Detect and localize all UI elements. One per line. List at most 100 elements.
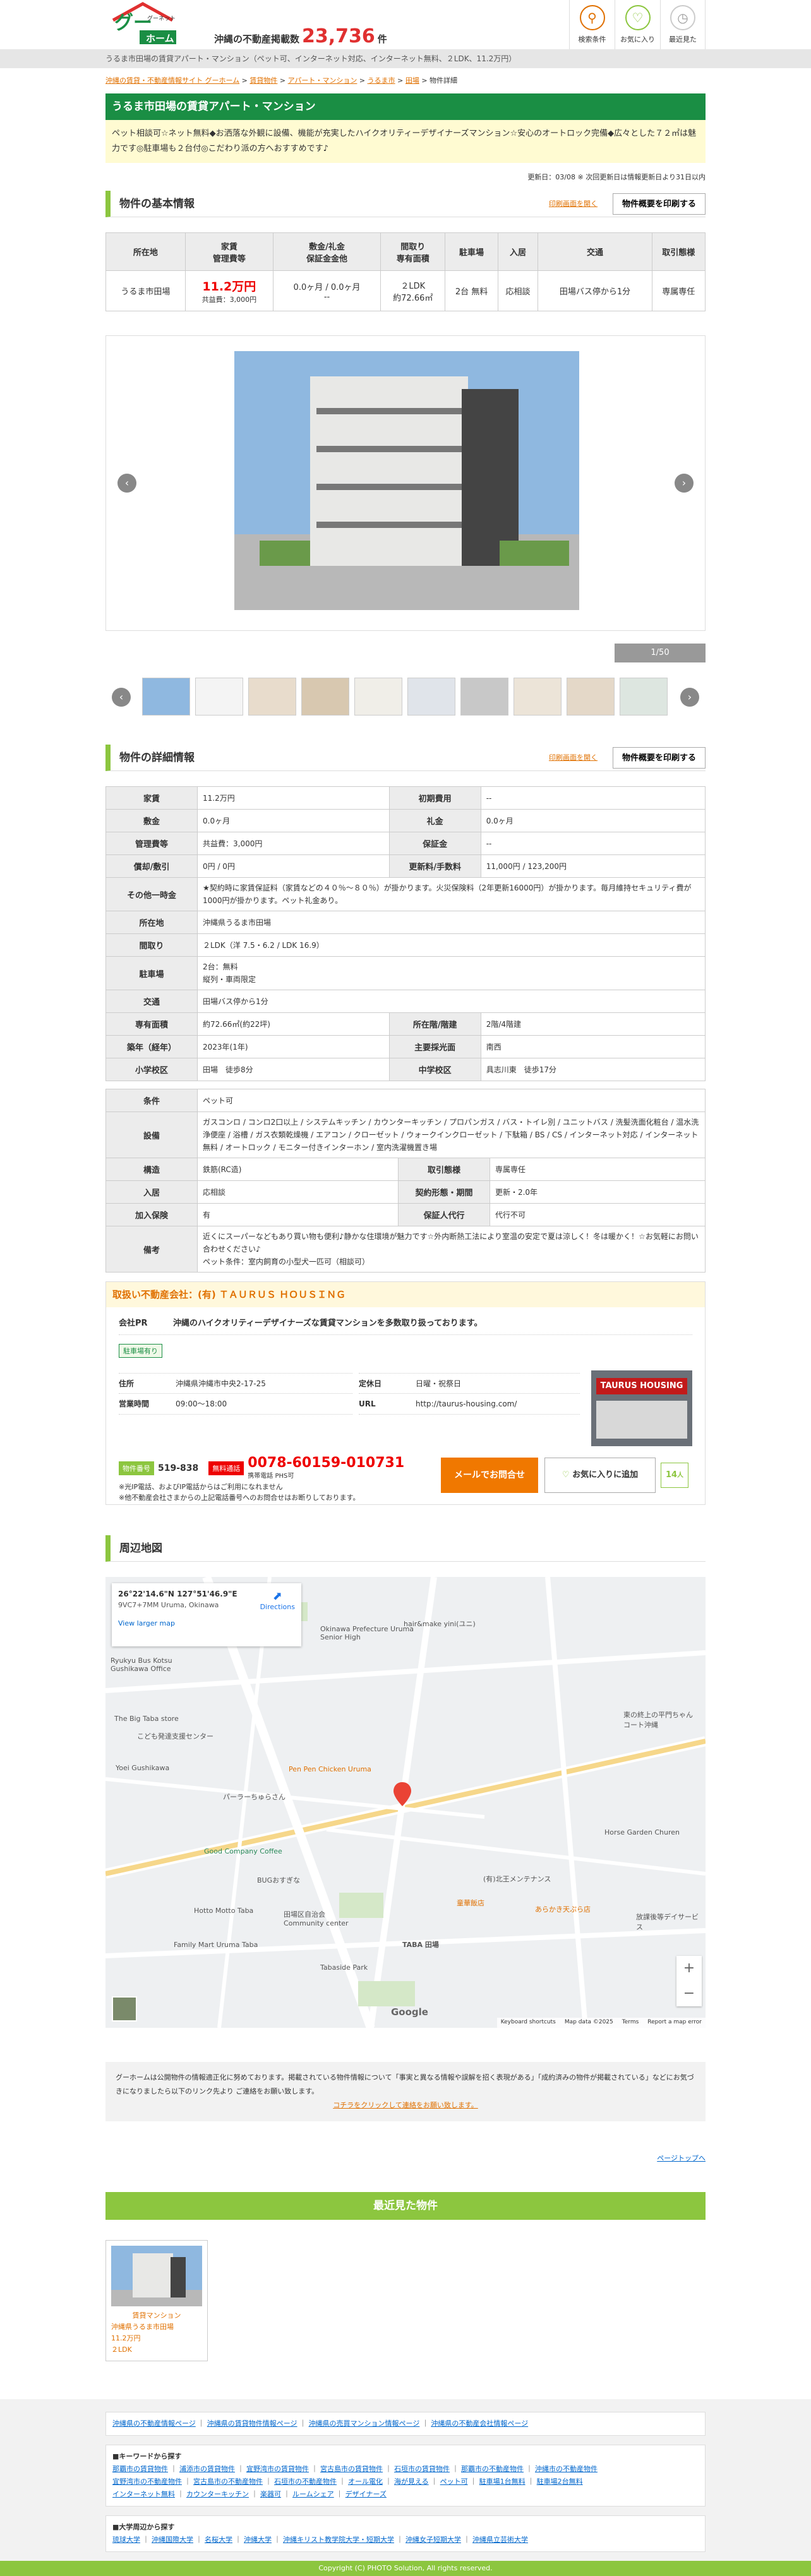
breadcrumb-link[interactable]: 沖縄の賃貸・不動産情報サイト グーホーム — [105, 76, 239, 85]
thumbs-prev-button[interactable]: ‹ — [112, 688, 131, 707]
basic-info-heading: 物件の基本情報 印刷画面を開く 物件概要を印刷する — [105, 191, 706, 217]
keyword-link[interactable]: 駐車場2台無料 — [537, 2477, 583, 2486]
agency-heading[interactable]: 取扱い不動産会社：(有) ＴＡＵＲＵＳ ＨＯＵＳＩＮＧ — [106, 1282, 705, 1307]
keyword-link[interactable]: 宜野湾市の不動産物件 — [112, 2477, 182, 2486]
keyword-link[interactable]: 海が見える — [394, 2477, 429, 2486]
footer-link[interactable]: 沖縄県の不動産会社情報ページ — [431, 2419, 528, 2428]
keyword-link[interactable]: 那覇市の不動産物件 — [461, 2465, 524, 2473]
thumbnail[interactable] — [460, 678, 508, 716]
larger-map-link[interactable]: View larger map — [118, 1619, 295, 1627]
row-value: 共益費：3,000円 — [197, 832, 390, 855]
university-link[interactable]: 沖縄国際大学 — [152, 2536, 193, 2544]
keyword-link[interactable]: 宜野湾市の賃貸物件 — [246, 2465, 309, 2473]
gallery-prev-button[interactable]: ‹ — [117, 474, 136, 493]
top-crumb-bar: うるま市田場の賃貸アパート・マンション（ペット可、インターネット対応、インターネ… — [0, 49, 811, 68]
site-logo[interactable]: グー グーネット ホーム — [108, 1, 177, 47]
tel-number[interactable]: 0078-60159-010731 — [248, 1456, 404, 1470]
keyword-link[interactable]: 宮古島市の不動産物件 — [193, 2477, 263, 2486]
university-link[interactable]: 名桜大学 — [205, 2536, 232, 2544]
university-link[interactable]: 沖縄県立芸術大学 — [472, 2536, 528, 2544]
pr-text: 沖縄のハイクオリティーデザイナーズな賃貸マンションを多数取り扱っております。 — [173, 1319, 483, 1328]
keyword-link[interactable]: オール電化 — [348, 2477, 383, 2486]
thumbnail[interactable] — [407, 678, 455, 716]
keyword-link[interactable]: ルームシェア — [292, 2490, 334, 2498]
search-conditions-button[interactable]: ⚲ 検索条件 — [569, 0, 615, 49]
university-link[interactable]: 沖縄大学 — [244, 2536, 272, 2544]
print-button[interactable]: 物件概要を印刷する — [612, 193, 706, 215]
mail-inquiry-button[interactable]: メールでお問合せ — [441, 1458, 538, 1493]
breadcrumb-link[interactable]: うるま市 — [368, 76, 395, 85]
map-label: The Big Taba store — [114, 1715, 179, 1723]
favorites-button[interactable]: ♡ お気に入り — [615, 0, 660, 49]
keyword-link[interactable]: カウンターキッチン — [186, 2490, 249, 2498]
thumbnail[interactable] — [248, 678, 296, 716]
university-link[interactable]: 沖縄女子短期大学 — [406, 2536, 461, 2544]
row-value: 沖縄県うるま市田場 — [197, 911, 706, 934]
keyword-link[interactable]: 浦添市の賃貸物件 — [179, 2465, 235, 2473]
keyword-link[interactable]: 駐車場1台無料 — [479, 2477, 526, 2486]
zoom-in-button[interactable]: + — [676, 1956, 702, 1981]
footer-link[interactable]: 沖縄県の賃貸物件情報ページ — [207, 2419, 297, 2428]
gallery-next-button[interactable]: › — [675, 474, 694, 493]
map-footer-item: Map data ©2025 — [564, 2019, 613, 2025]
recent-item[interactable]: 賃貸マンション 沖縄県うるま市田場 11.2万円 ２LDK — [105, 2240, 208, 2361]
agency-photo: TAURUS HOUSING — [591, 1370, 692, 1446]
map-label: Hotto Motto Taba — [194, 1907, 254, 1915]
row-label: 敷金 — [105, 809, 198, 832]
map-footer-item[interactable]: Terms — [622, 2019, 639, 2027]
thumbnail[interactable] — [567, 678, 615, 716]
top-crumb-text: うるま市田場の賃貸アパート・マンション（ペット可、インターネット対応、インターネ… — [105, 54, 517, 63]
breadcrumb-link[interactable]: アパート・マンション — [288, 76, 357, 85]
remark-line: ペット条件：室内飼育の小型犬一匹可（相談可） — [203, 1257, 370, 1266]
page-top-link[interactable]: ページトップへ — [657, 2154, 706, 2162]
keyword-link[interactable]: 宮古島市の賃貸物件 — [320, 2465, 383, 2473]
keyword-link[interactable]: デザイナーズ — [345, 2490, 387, 2498]
keyword-link[interactable]: 那覇市の賃貸物件 — [112, 2465, 168, 2473]
map-footer-item[interactable]: Report a map error — [647, 2019, 702, 2027]
site-header: グー グーネット ホーム 沖縄の不動産掲載数 23,736 件 ⚲ 検索条件 ♡ お気に… — [0, 0, 811, 49]
thumbnail[interactable] — [195, 678, 243, 716]
row-value: 田場バス停から1分 — [197, 990, 706, 1013]
hours-value: 09:00〜18:00 — [176, 1399, 227, 1408]
row-label: 初期費用 — [388, 786, 481, 810]
row-label: 保証人代行 — [397, 1203, 490, 1226]
header-icon-label: お気に入り — [620, 35, 655, 44]
layers-button[interactable] — [112, 1996, 137, 2022]
keyword-link[interactable]: 石垣市の不動産物件 — [274, 2477, 337, 2486]
recent-button[interactable]: ◷ 最近見た — [660, 0, 706, 49]
thumbs-next-button[interactable]: › — [680, 688, 699, 707]
keyword-link[interactable]: インターネット無料 — [112, 2490, 175, 2498]
zoom-out-button[interactable]: − — [676, 1981, 702, 2006]
row-label: 保証金 — [388, 832, 481, 855]
table-row: 敷金 0.0ヶ月 礼金 0.0ヶ月 — [105, 809, 706, 832]
keyword-link[interactable]: 沖縄市の不動産物件 — [535, 2465, 598, 2473]
keyword-link[interactable]: 楽器可 — [260, 2490, 281, 2498]
row-label: 契約形態・期間 — [397, 1180, 490, 1204]
directions-button[interactable]: ⬈ Directions — [260, 1590, 295, 1611]
add-favorite-button[interactable]: ♡ お気に入りに追加 — [544, 1458, 656, 1493]
footer-link[interactable]: 沖縄県の不動産情報ページ — [112, 2419, 196, 2428]
thumbnail[interactable] — [354, 678, 402, 716]
thumbnail[interactable] — [142, 678, 190, 716]
print-link[interactable]: 印刷画面を開く — [549, 745, 598, 771]
google-map[interactable]: 26°22'14.6"N 127°51'46.9"E 9VC7+7MM Urum… — [105, 1577, 706, 2028]
breadcrumb-link[interactable]: 賃貸物件 — [249, 76, 277, 85]
keyword-link[interactable]: 石垣市の賃貸物件 — [394, 2465, 450, 2473]
row-value: 田場 徒歩8分 — [197, 1058, 390, 1081]
agency-url[interactable]: http://taurus-housing.com/ — [416, 1394, 517, 1414]
print-link[interactable]: 印刷画面を開く — [549, 191, 598, 217]
print-button[interactable]: 物件概要を印刷する — [612, 747, 706, 769]
report-link[interactable]: コチラをクリックして連絡をお願い致します。 — [333, 2101, 478, 2109]
breadcrumb-link[interactable]: 田場 — [406, 76, 419, 85]
university-link[interactable]: 沖縄キリスト教学院大学・短期大学 — [283, 2536, 394, 2544]
table-row: 専有面積 約72.66㎡(約22坪) 所在階/階建 2階/4階建 — [105, 1012, 706, 1036]
thumbnail[interactable] — [514, 678, 562, 716]
map-footer-item[interactable]: Keyboard shortcuts — [501, 2019, 556, 2027]
keyword-link[interactable]: ペット可 — [440, 2477, 468, 2486]
row-value: ガスコンロ / コンロ2口以上 / システムキッチン / カウンターキッチン /… — [197, 1111, 706, 1158]
google-logo: Google — [391, 2006, 428, 2018]
footer-link[interactable]: 沖縄県の売買マンション情報ページ — [309, 2419, 420, 2428]
thumbnail[interactable] — [301, 678, 349, 716]
university-link[interactable]: 琉球大学 — [112, 2536, 140, 2544]
thumbnail[interactable] — [620, 678, 668, 716]
